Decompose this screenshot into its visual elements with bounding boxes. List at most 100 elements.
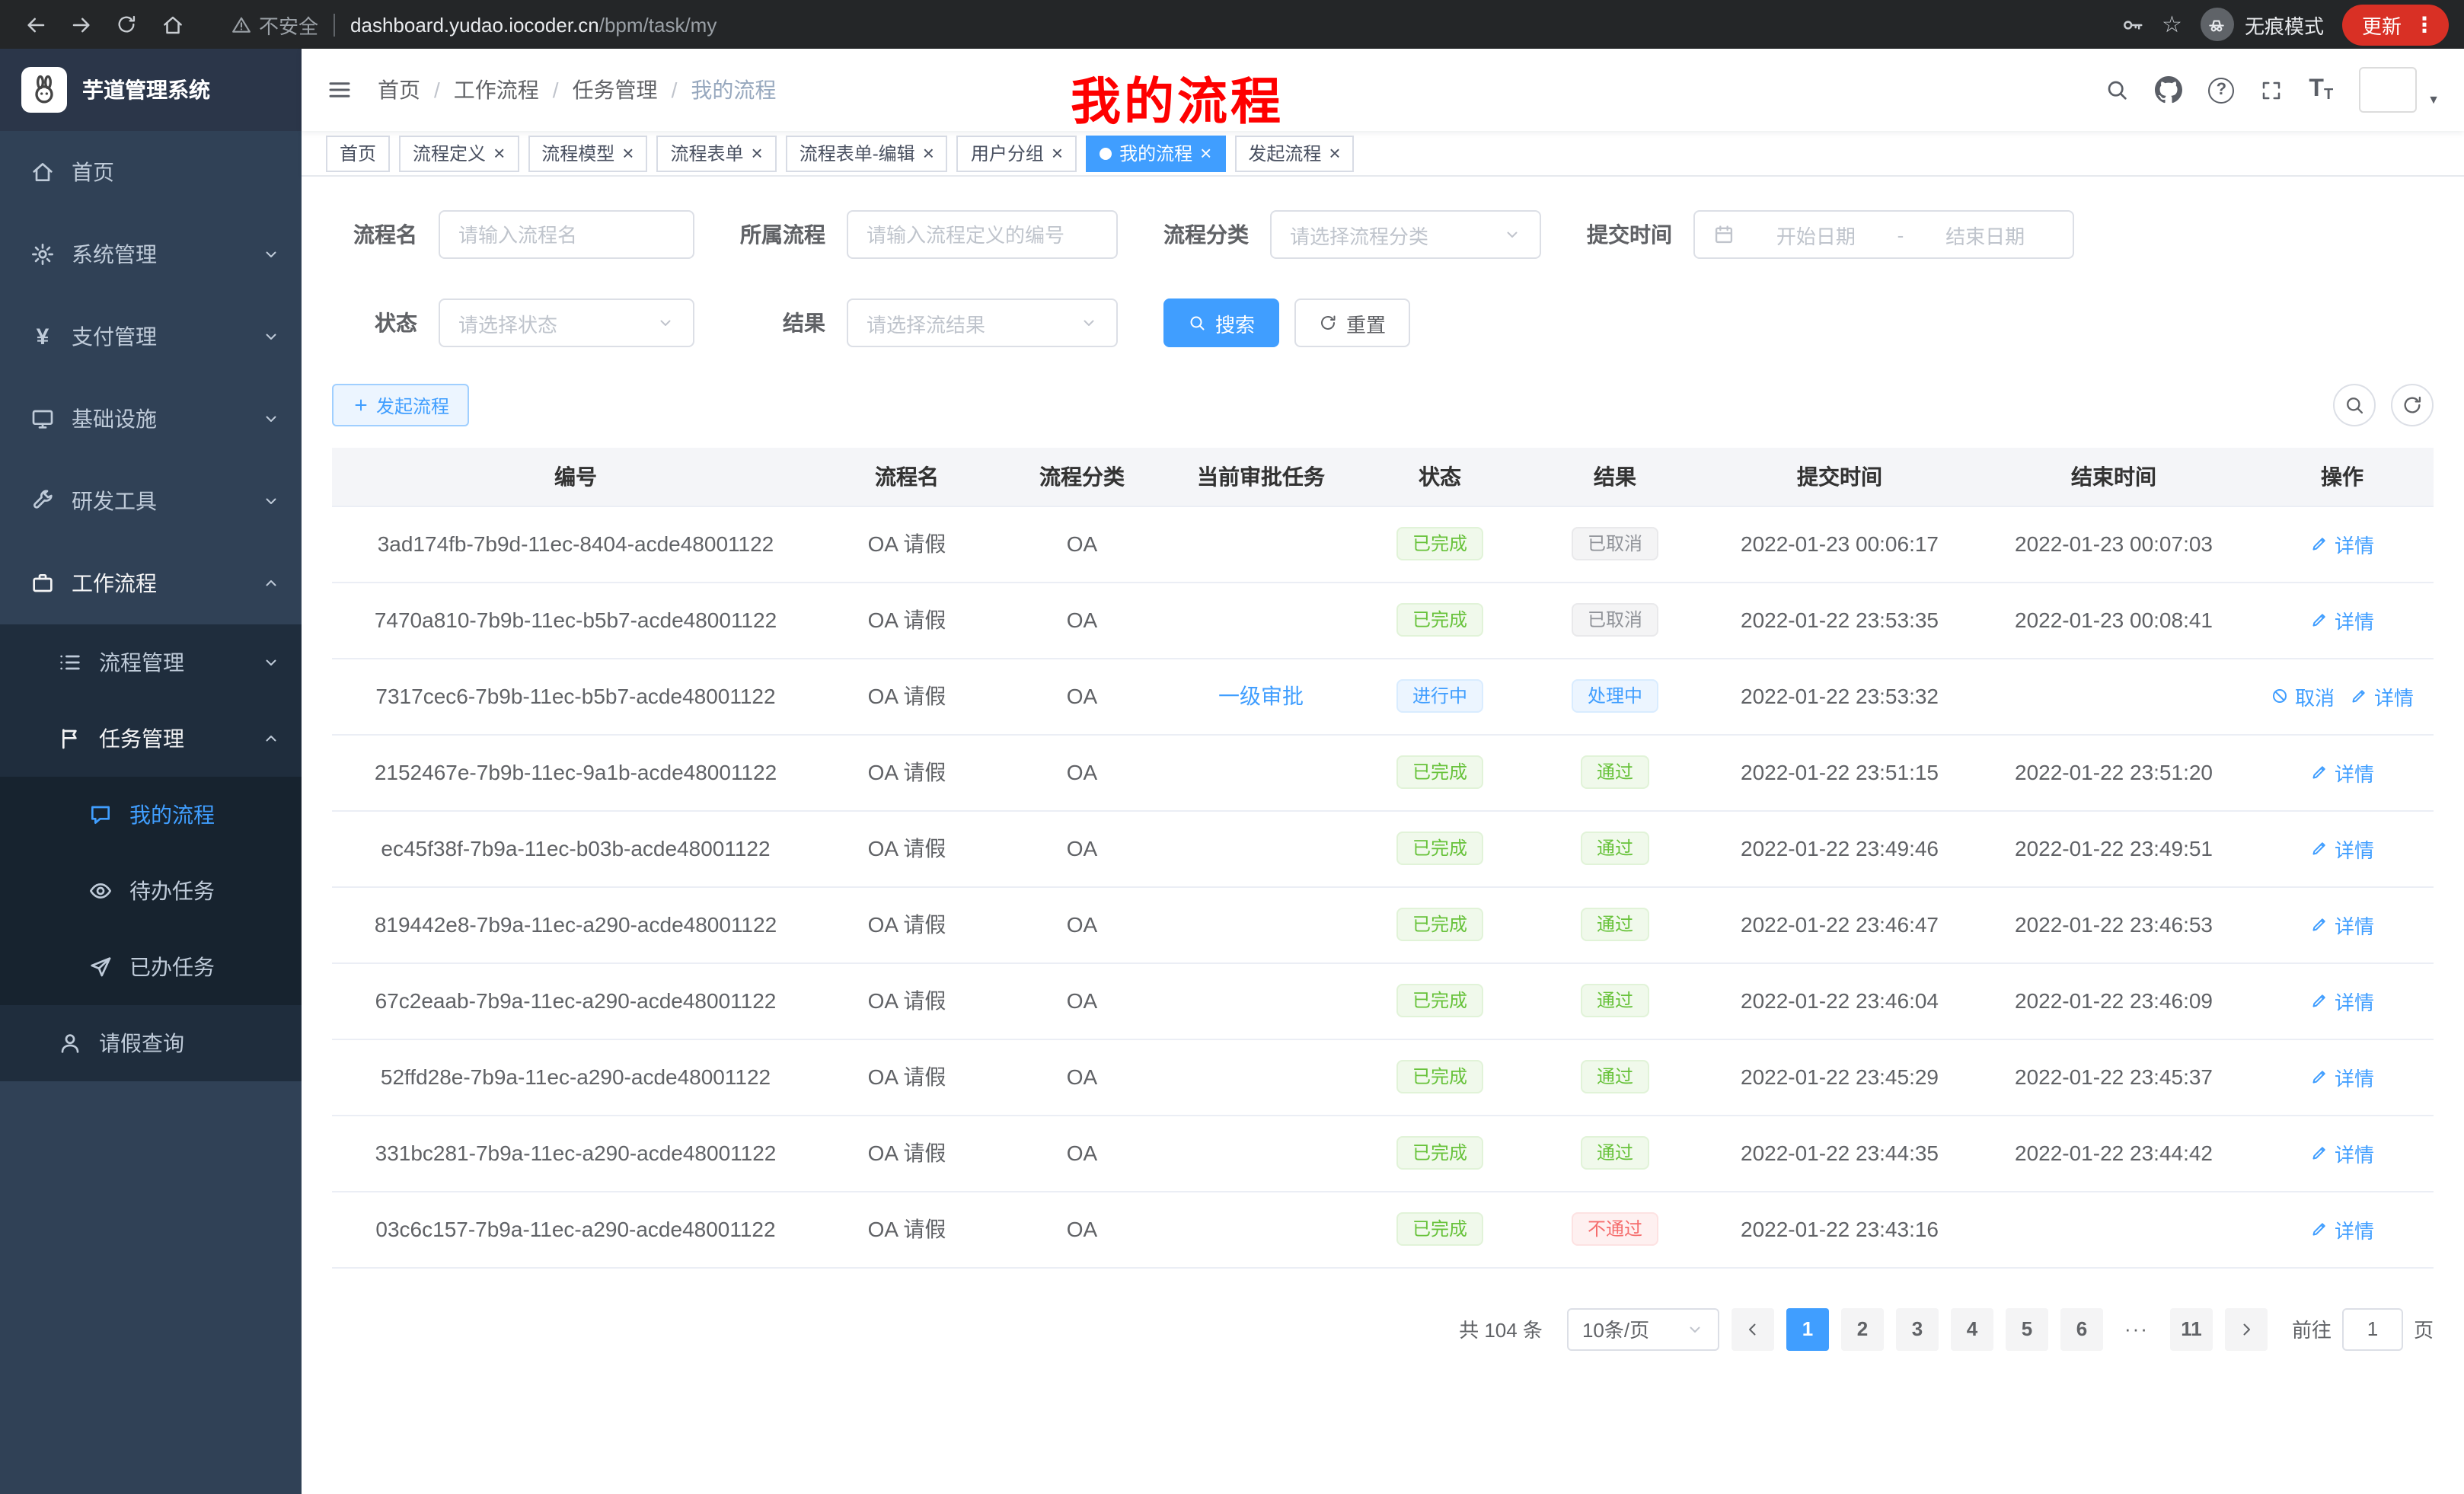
navbar: 首页 / 工作流程 / 任务管理 / 我的流程 ? TT ▼ — [302, 49, 2464, 131]
close-icon[interactable]: × — [1052, 143, 1063, 163]
status-label: 状态 — [332, 308, 417, 338]
browser-back-button[interactable] — [15, 5, 55, 44]
reset-button[interactable]: 重置 — [1294, 298, 1410, 347]
close-icon[interactable]: × — [622, 143, 634, 163]
sidebar-item-payment[interactable]: ¥ 支付管理 — [0, 295, 302, 378]
prev-page-button[interactable] — [1732, 1307, 1774, 1350]
tab-process-form[interactable]: 流程表单 × — [656, 135, 776, 171]
detail-button[interactable]: 详情 — [2310, 1138, 2374, 1167]
tab-start-process[interactable]: 发起流程 × — [1234, 135, 1354, 171]
sidebar-item-workflow[interactable]: 工作流程 — [0, 542, 302, 624]
close-icon[interactable]: × — [752, 143, 763, 163]
tab-user-group[interactable]: 用户分组 × — [957, 135, 1077, 171]
browser-forward-button[interactable] — [61, 5, 101, 44]
table-row: ec45f38f-7b9a-11ec-b03b-acde48001122 OA … — [332, 810, 2434, 886]
page-button-2[interactable]: 2 — [1841, 1307, 1884, 1350]
refresh-icon — [2402, 394, 2423, 416]
detail-button[interactable]: 详情 — [2310, 605, 2374, 634]
page-button-3[interactable]: 3 — [1896, 1307, 1939, 1350]
sidebar-item-home[interactable]: 首页 — [0, 131, 302, 213]
search-icon — [2344, 394, 2365, 416]
detail-button[interactable]: 详情 — [2310, 758, 2374, 787]
close-icon[interactable]: × — [493, 143, 505, 163]
detail-button[interactable]: 详情 — [2350, 682, 2414, 710]
caret-down-icon[interactable]: ▼ — [2427, 93, 2440, 107]
toggle-search-button[interactable] — [2333, 384, 2376, 426]
flag-icon — [58, 726, 82, 751]
cancel-button[interactable]: 取消 — [2271, 682, 2335, 710]
detail-button[interactable]: 详情 — [2310, 986, 2374, 1015]
tab-process-model[interactable]: 流程模型 × — [528, 135, 647, 171]
tab-process-definition[interactable]: 流程定义 × — [399, 135, 519, 171]
cell-current-task — [1170, 734, 1352, 810]
cell-name: OA 请假 — [819, 658, 994, 734]
detail-button[interactable]: 详情 — [2310, 1062, 2374, 1091]
breadcrumb-item[interactable]: 工作流程 — [454, 75, 539, 105]
breadcrumb-separator: / — [553, 78, 559, 102]
page-button-1[interactable]: 1 — [1786, 1307, 1829, 1350]
sidebar-item-leave-query[interactable]: 请假查询 — [0, 1005, 302, 1081]
key-icon[interactable] — [2121, 13, 2143, 36]
page-button-6[interactable]: 6 — [2060, 1307, 2103, 1350]
breadcrumb-item[interactable]: 任务管理 — [573, 75, 658, 105]
sidebar-item-system[interactable]: 系统管理 — [0, 213, 302, 295]
fullscreen-icon[interactable] — [2260, 78, 2283, 101]
create-process-button[interactable]: 发起流程 — [332, 384, 469, 426]
goto-page-input[interactable] — [2342, 1307, 2403, 1350]
sidebar-item-label: 待办任务 — [129, 876, 215, 906]
page-size-select[interactable]: 10条/页 — [1567, 1307, 1719, 1350]
detail-button[interactable]: 详情 — [2310, 529, 2374, 558]
sidebar-item-my-process[interactable]: 我的流程 — [0, 777, 302, 853]
search-icon[interactable] — [2105, 78, 2129, 102]
browser-update-button[interactable]: 更新 ⋮ — [2342, 4, 2449, 45]
breadcrumb-item[interactable]: 首页 — [378, 75, 420, 105]
sidebar-item-process-mgmt[interactable]: 流程管理 — [0, 624, 302, 701]
close-icon[interactable]: × — [1329, 143, 1340, 163]
address-bar[interactable]: 不安全 dashboard.yudao.iocoder.cn /bpm/task… — [198, 10, 2099, 39]
refresh-table-button[interactable] — [2391, 384, 2434, 426]
next-page-button[interactable] — [2225, 1307, 2268, 1350]
result-select[interactable]: 请选择流结果 — [847, 298, 1118, 347]
more-pages-button[interactable]: ··· — [2115, 1317, 2158, 1340]
close-icon[interactable]: × — [923, 143, 934, 163]
help-icon[interactable]: ? — [2208, 77, 2234, 103]
current-task-link[interactable]: 一级审批 — [1170, 658, 1352, 734]
sidebar-item-infra[interactable]: 基础设施 — [0, 378, 302, 460]
text-size-icon[interactable]: TT — [2309, 76, 2333, 104]
sidebar-item-done-tasks[interactable]: 已办任务 — [0, 929, 302, 1005]
submit-time-range-picker[interactable]: 开始日期 - 结束日期 — [1693, 210, 2074, 259]
chevron-down-icon — [262, 327, 280, 346]
process-name-input[interactable] — [439, 210, 694, 259]
tab-process-form-edit[interactable]: 流程表单-编辑 × — [786, 135, 948, 171]
close-icon[interactable]: × — [1200, 143, 1211, 163]
sidebar-toggle-button[interactable] — [326, 76, 353, 104]
avatar[interactable] — [2359, 67, 2417, 113]
tab-my-process-active[interactable]: 我的流程 × — [1086, 135, 1225, 171]
parent-process-input[interactable] — [847, 210, 1118, 259]
cell-id: 52ffd28e-7b9a-11ec-a290-acde48001122 — [332, 1039, 819, 1115]
category-select[interactable]: 请选择流程分类 — [1270, 210, 1541, 259]
sidebar-item-todo-tasks[interactable]: 待办任务 — [0, 853, 302, 929]
sidebar-item-task-mgmt[interactable]: 任务管理 — [0, 701, 302, 777]
status-select[interactable]: 请选择状态 — [439, 298, 694, 347]
home-icon — [30, 160, 55, 184]
detail-button[interactable]: 详情 — [2310, 1215, 2374, 1243]
page-button-4[interactable]: 4 — [1951, 1307, 1993, 1350]
search-button[interactable]: 搜索 — [1163, 298, 1279, 347]
app-logo[interactable]: 芋道管理系统 — [0, 49, 302, 131]
browser-home-button[interactable] — [152, 5, 192, 44]
cell-name: OA 请假 — [819, 886, 994, 962]
page-button-5[interactable]: 5 — [2006, 1307, 2048, 1350]
page-button-11[interactable]: 11 — [2170, 1307, 2213, 1350]
more-vert-icon[interactable]: ⋮ — [2414, 14, 2435, 35]
chevron-down-icon — [1686, 1320, 1704, 1338]
tab-home[interactable]: 首页 — [326, 135, 390, 171]
detail-button[interactable]: 详情 — [2310, 834, 2374, 863]
sidebar-item-devtools[interactable]: 研发工具 — [0, 460, 302, 542]
browser-reload-button[interactable] — [107, 5, 146, 44]
security-status[interactable]: 不安全 — [231, 10, 318, 39]
table-row: 7470a810-7b9b-11ec-b5b7-acde48001122 OA … — [332, 582, 2434, 658]
github-icon[interactable] — [2155, 76, 2182, 104]
detail-button[interactable]: 详情 — [2310, 910, 2374, 939]
bookmark-star-icon[interactable]: ☆ — [2162, 13, 2182, 36]
